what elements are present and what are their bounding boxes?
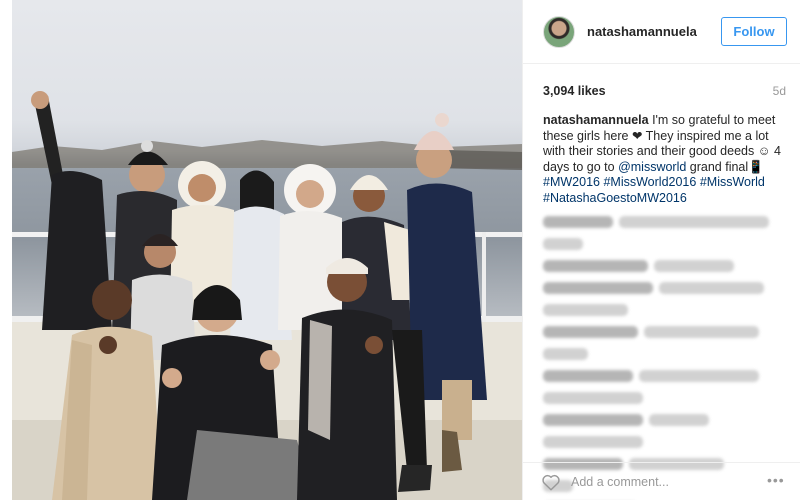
caption-username[interactable]: natashamannuela <box>543 113 649 127</box>
caption-text-4: grand final <box>686 159 749 174</box>
list-item <box>543 348 793 361</box>
hashtag-link[interactable]: #MW2016 <box>543 175 600 189</box>
comment-input[interactable] <box>571 472 751 492</box>
list-item <box>543 326 793 339</box>
heart-emoji-icon: ❤ <box>631 128 643 143</box>
more-options-icon[interactable]: ••• <box>767 472 785 488</box>
post-photo[interactable] <box>12 0 522 500</box>
list-item <box>543 414 793 427</box>
smile-emoji-icon: ☺ <box>757 144 771 158</box>
post-header: natashamannuela Follow <box>523 0 800 64</box>
hashtag-link[interactable]: #NatashaGoestoMW2016 <box>543 191 687 205</box>
phone-emoji-icon: 📱 <box>748 159 764 174</box>
list-item <box>543 370 793 383</box>
list-item <box>543 260 793 273</box>
list-item <box>543 436 793 449</box>
follow-button[interactable]: Follow <box>721 17 787 46</box>
post-age[interactable]: 5d <box>773 84 786 98</box>
heart-icon[interactable] <box>541 473 561 491</box>
list-item <box>543 238 793 251</box>
likes-count[interactable]: 3,094 likes <box>543 84 606 98</box>
list-item <box>543 304 793 317</box>
hashtag-link[interactable]: #MissWorld <box>700 175 765 189</box>
comments-list <box>543 216 793 500</box>
comment-bar: ••• <box>523 462 800 500</box>
hashtag-link[interactable]: #MissWorld2016 <box>603 175 696 189</box>
mention-link[interactable]: @missworld <box>618 160 686 174</box>
list-item <box>543 392 793 405</box>
post-sidebar: natashamannuela Follow 3,094 likes 5d na… <box>522 0 800 500</box>
avatar[interactable] <box>543 16 575 48</box>
photo-illustration <box>12 91 522 500</box>
list-item <box>543 216 793 229</box>
username-link[interactable]: natashamannuela <box>587 24 697 39</box>
post-caption: natashamannuela I'm so grateful to meet … <box>543 113 793 206</box>
list-item <box>543 282 793 295</box>
